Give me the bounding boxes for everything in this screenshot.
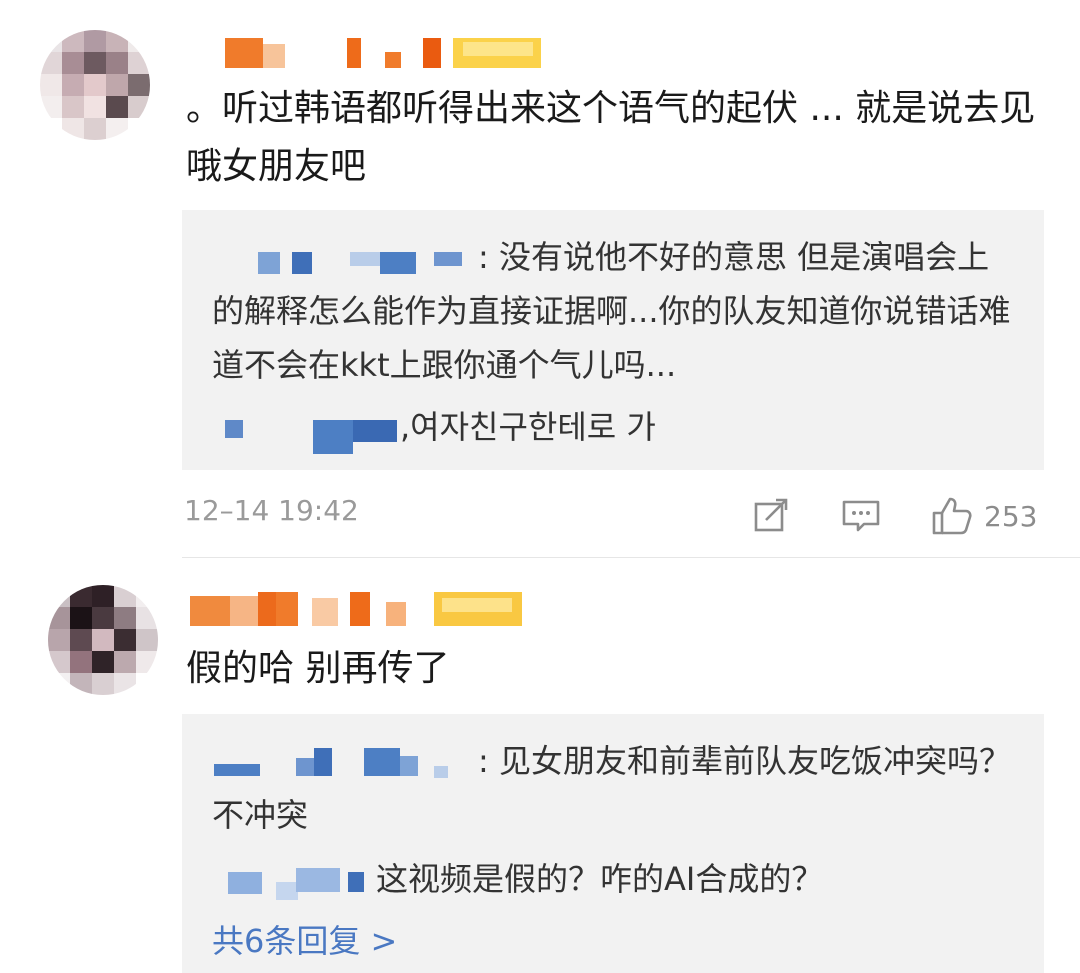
comment-icon	[842, 500, 880, 532]
comment-text: 。听过韩语都听得出来这个语气的起伏 ... 就是说去见哦女朋友吧	[186, 88, 1036, 187]
divider	[182, 557, 1080, 558]
avatar[interactable]	[48, 585, 158, 695]
comment-button[interactable]	[840, 494, 882, 538]
like-count: 253	[984, 499, 1038, 533]
reply-username[interactable]	[228, 868, 378, 902]
more-replies-link[interactable]: 共6条回复 >	[212, 916, 397, 962]
comment-text: 假的哈 别再传了	[186, 648, 450, 689]
like-button[interactable]: 253	[930, 494, 1037, 538]
reply-text: 这视频是假的？咋的AI合成的？	[376, 860, 824, 898]
reply-text: ,여자친구한테로 가	[400, 408, 656, 446]
username[interactable]	[225, 38, 545, 72]
repost-button[interactable]	[752, 494, 792, 538]
timestamp: 12–14 19:42	[184, 494, 359, 527]
thumbs-up-icon	[932, 497, 972, 535]
avatar[interactable]	[40, 30, 150, 140]
reply-username[interactable]	[225, 418, 405, 454]
repost-icon	[754, 498, 788, 532]
username[interactable]	[190, 592, 530, 626]
reply-text: : 见女朋友和前辈前队友吃饭冲突吗？不冲突	[212, 742, 1011, 834]
reply-text: : 没有说他不好的意思 但是演唱会上的解释怎么能作为直接证据啊...你的队友知道…	[212, 238, 1011, 384]
